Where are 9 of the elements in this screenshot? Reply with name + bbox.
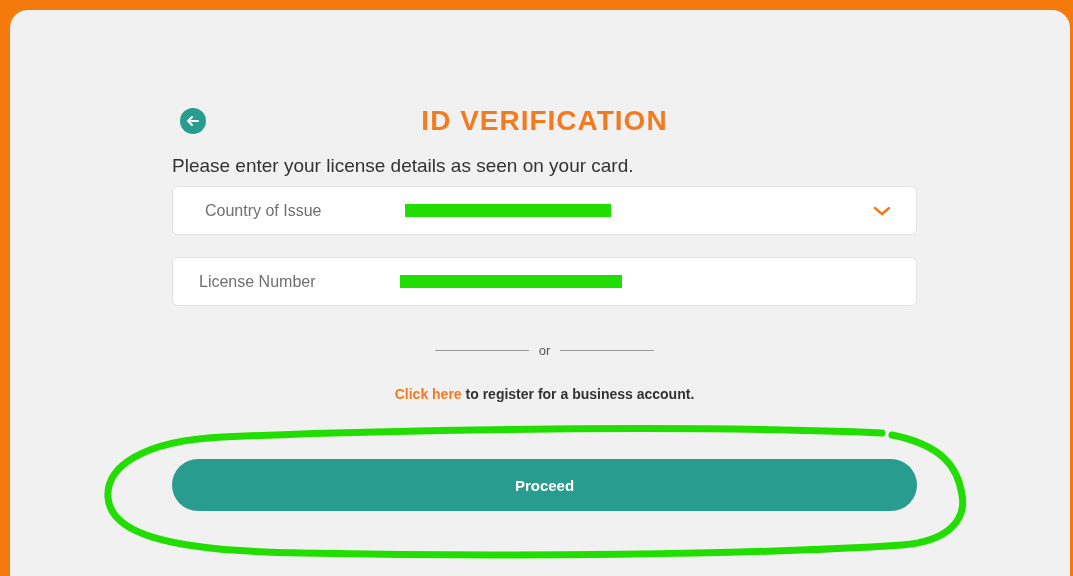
instruction-text: Please enter your license details as seen on your card. (172, 155, 635, 177)
license-number-field[interactable]: License Number (172, 257, 917, 306)
country-select[interactable]: Country of Issue (172, 186, 917, 235)
register-sentence: Click here to register for a business account. (393, 386, 696, 402)
page-title: ID VERIFICATION (421, 105, 668, 137)
proceed-button[interactable]: Proceed (172, 459, 917, 511)
chevron-down-icon (873, 206, 891, 216)
divider-label: or (538, 343, 551, 358)
click-here-link[interactable]: Click here (394, 386, 462, 402)
